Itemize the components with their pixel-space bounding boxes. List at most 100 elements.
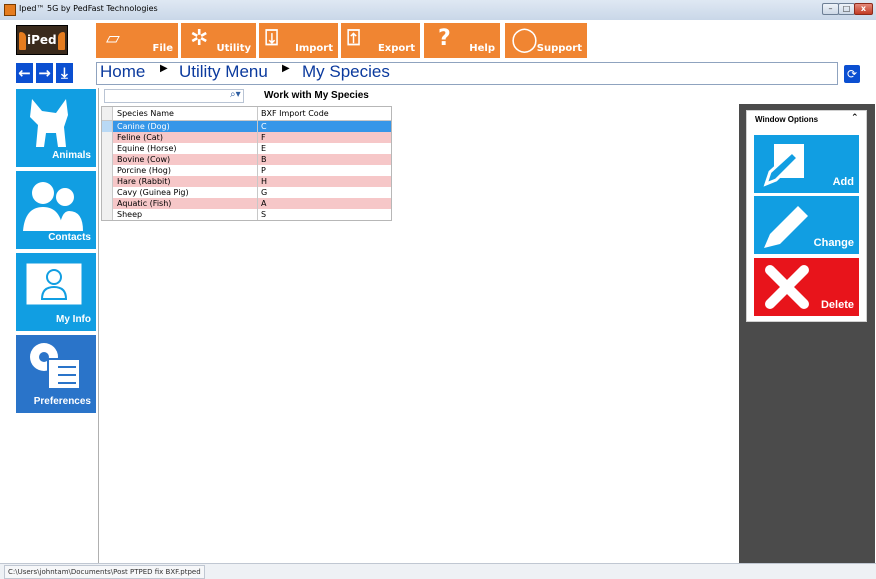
table-row[interactable]: Aquatic (Fish) A — [102, 198, 391, 209]
person-card-icon — [26, 263, 82, 305]
bxf-code-cell: H — [261, 177, 268, 186]
import-button[interactable]: ⍗ Import — [259, 23, 338, 58]
species-name-cell: Hare (Rabbit) — [117, 177, 171, 186]
title-bar: Iped™ 5G by PedFast Technologies – □ x — [0, 0, 876, 21]
table-row[interactable]: Cavy (Guinea Pig) G — [102, 187, 391, 198]
utility-button[interactable]: ✲ Utility — [181, 23, 256, 58]
dog-silhouette-icon — [58, 32, 65, 50]
dog-icon — [30, 99, 68, 147]
species-name-cell: Feline (Cat) — [117, 133, 163, 142]
add-label: Add — [832, 176, 854, 188]
table-row[interactable]: Canine (Dog) C — [102, 121, 391, 132]
file-label: File — [152, 43, 173, 54]
sidebar-item-preferences[interactable]: Preferences — [16, 335, 96, 413]
note-pencil-icon — [763, 144, 804, 187]
bxf-code-cell: E — [261, 144, 267, 153]
delete-label: Delete — [820, 299, 854, 311]
bxf-code-cell: P — [261, 166, 266, 175]
breadcrumb-separator-icon: ▶ — [160, 63, 168, 74]
column-header-species-name[interactable]: Species Name — [117, 107, 257, 120]
bxf-code-cell: S — [261, 210, 267, 219]
table-header: Species Name BXF Import Code — [102, 107, 391, 121]
export-label: Export — [377, 43, 415, 54]
table-row[interactable]: Bovine (Cow) B — [102, 154, 391, 165]
question-icon: ? — [438, 26, 451, 51]
close-button[interactable]: x — [854, 3, 873, 15]
file-button[interactable]: ▱ File — [96, 23, 178, 58]
row-selector[interactable] — [102, 132, 113, 143]
people-icon — [23, 182, 83, 231]
sidebar-item-label: Animals — [52, 150, 91, 161]
breadcrumb-home[interactable]: Home — [100, 62, 145, 82]
table-row[interactable]: Feline (Cat) F — [102, 132, 391, 143]
row-selector[interactable] — [102, 165, 113, 176]
import-label: Import — [295, 43, 333, 54]
species-name-cell: Sheep — [117, 210, 143, 219]
change-button[interactable]: Change — [754, 196, 859, 254]
file-path-status: C:\Users\johntam\Documents\Post PTPED fi… — [4, 565, 205, 579]
window-title: Iped™ 5G by PedFast Technologies — [19, 4, 158, 13]
bxf-code-cell: F — [261, 133, 266, 142]
breadcrumb-utility-menu[interactable]: Utility Menu — [179, 62, 268, 82]
sidebar-item-label: Contacts — [48, 232, 91, 243]
sidebar-item-label: My Info — [56, 314, 91, 325]
forward-arrow-icon[interactable]: → — [36, 63, 53, 83]
bxf-code-cell: G — [261, 188, 268, 197]
species-name-cell: Canine (Dog) — [117, 122, 170, 131]
sidebar-item-my-info[interactable]: My Info — [16, 253, 96, 331]
table-row[interactable]: Sheep S — [102, 209, 391, 220]
change-label: Change — [813, 237, 854, 249]
window-options-title: Window Options — [755, 115, 819, 124]
column-header-bxf-import-code[interactable]: BXF Import Code — [261, 107, 391, 120]
pencil-icon — [764, 206, 808, 248]
maximize-button[interactable]: □ — [838, 3, 855, 15]
breadcrumb-separator-icon: ▶ — [282, 63, 290, 74]
breadcrumb-my-species: My Species — [302, 62, 390, 81]
table-row[interactable]: Hare (Rabbit) H — [102, 176, 391, 187]
refresh-icon[interactable]: ⟳ — [844, 65, 860, 83]
export-button[interactable]: ⍐ Export — [341, 23, 420, 58]
file-icon: ▱ — [106, 28, 120, 49]
delete-button[interactable]: Delete — [754, 258, 859, 316]
export-icon: ⍐ — [347, 26, 361, 51]
sidebar-item-animals[interactable]: Animals — [16, 89, 96, 167]
species-name-cell: Porcine (Hog) — [117, 166, 171, 175]
logo-text: iPed — [27, 33, 57, 47]
row-selector[interactable] — [102, 176, 113, 187]
table-row[interactable]: Equine (Horse) E — [102, 143, 391, 154]
species-table: Species Name BXF Import Code Canine (Dog… — [101, 106, 392, 221]
row-selector[interactable] — [102, 187, 113, 198]
table-row[interactable]: Porcine (Hog) P — [102, 165, 391, 176]
bxf-code-cell: C — [261, 122, 267, 131]
sidebar-item-contacts[interactable]: Contacts — [16, 171, 96, 249]
search-icon[interactable]: ⌕▾ — [230, 89, 241, 100]
download-arrow-icon[interactable]: ⤓ — [56, 63, 73, 83]
species-name-cell: Aquatic (Fish) — [117, 199, 172, 208]
sidebar-item-label: Preferences — [33, 396, 91, 407]
help-button[interactable]: ? Help — [424, 23, 500, 58]
species-name-cell: Bovine (Cow) — [117, 155, 171, 164]
add-button[interactable]: Add — [754, 135, 859, 193]
row-selector[interactable] — [102, 121, 113, 132]
status-bar: C:\Users\johntam\Documents\Post PTPED fi… — [0, 563, 876, 579]
utility-label: Utility — [216, 43, 251, 54]
support-label: Support — [536, 43, 582, 54]
bxf-code-cell: B — [261, 155, 267, 164]
dog-silhouette-icon — [19, 32, 26, 50]
row-selector[interactable] — [102, 143, 113, 154]
row-selector[interactable] — [102, 198, 113, 209]
collapse-icon[interactable]: ⌃ — [851, 113, 859, 123]
app-icon — [4, 4, 16, 16]
lifebuoy-icon: ◯ — [511, 25, 538, 53]
minimize-button[interactable]: – — [822, 3, 839, 15]
bxf-code-cell: A — [261, 199, 267, 208]
grid-title: Work with My Species — [264, 90, 369, 101]
back-arrow-icon[interactable]: ← — [16, 63, 33, 83]
row-selector[interactable] — [102, 154, 113, 165]
gear-icon: ✲ — [190, 26, 209, 51]
species-name-cell: Equine (Horse) — [117, 144, 177, 153]
support-button[interactable]: ◯ Support — [505, 23, 587, 58]
search-input[interactable] — [104, 89, 244, 103]
row-selector[interactable] — [102, 209, 113, 220]
x-mark-icon — [765, 265, 809, 309]
